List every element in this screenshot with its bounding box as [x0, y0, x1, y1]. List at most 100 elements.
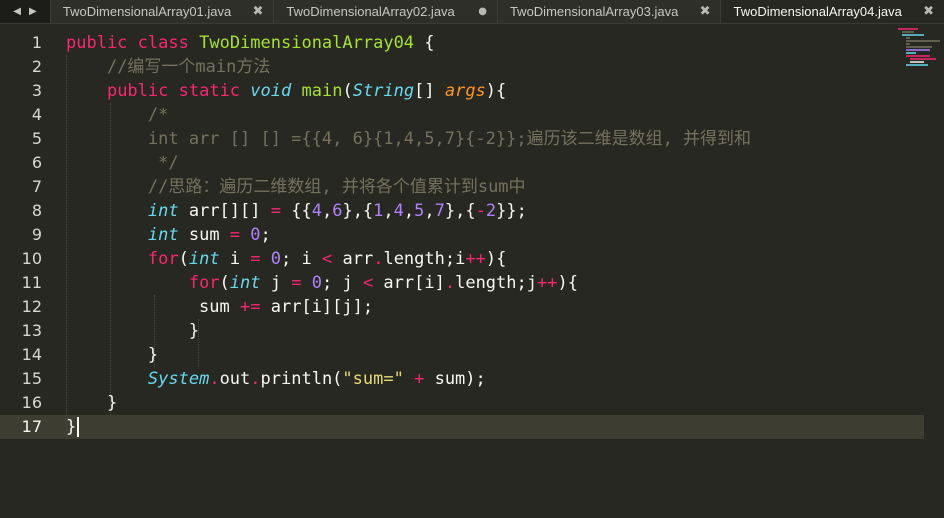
code-token: length;i [383, 249, 466, 269]
tab-next-icon[interactable]: ▶ [29, 6, 37, 17]
code-line[interactable]: int arr [] [] ={{4, 6}{1,4,5,7}{-2}};遍历该… [66, 127, 896, 151]
minimap-line [906, 55, 930, 57]
code-line[interactable]: //编写一个main方法 [66, 55, 896, 79]
code-token: println( [260, 369, 343, 389]
tab-label: TwoDimensionalArray04.java [733, 4, 902, 19]
line-number: 5 [31, 129, 42, 148]
line-number: 7 [31, 177, 42, 196]
code-token: ){ [485, 81, 507, 101]
code-line[interactable]: } [66, 319, 896, 343]
code-token: , [383, 201, 394, 221]
tab-file-02[interactable]: TwoDimensionalArray02.java ● [273, 0, 497, 23]
code-token: },{ [342, 201, 374, 221]
code-line[interactable]: for(int i = 0; i < arr.length;i++){ [66, 247, 896, 271]
operator-token: . [373, 249, 384, 269]
minimap[interactable] [896, 28, 942, 68]
close-icon[interactable]: ✖ [923, 4, 934, 19]
line-number-gutter: 1 2 3 4 5 6 7 8 9 10 11 12 13 14 15 16 17 [0, 31, 60, 439]
code-line[interactable]: //思路：遍历二维数组, 并将各个值累计到sum中 [66, 175, 896, 199]
type-token: int [147, 225, 179, 245]
code-token: } [66, 345, 159, 365]
code-token: {{ [280, 201, 312, 221]
minimap-line [898, 28, 918, 30]
line-number: 17 [0, 415, 60, 439]
line-number: 14 [21, 345, 42, 364]
comment-token: //编写一个main方法 [106, 57, 271, 77]
minimap-line [906, 43, 910, 45]
minimap-line [902, 31, 914, 33]
minimap-line [910, 61, 924, 63]
code-token: sum [178, 225, 230, 245]
keyword-token: public [66, 33, 128, 53]
tab-file-03[interactable]: TwoDimensionalArray03.java ✖ [496, 0, 721, 23]
tab-prev-icon[interactable]: ◀ [13, 6, 21, 17]
tab-file-04[interactable]: TwoDimensionalArray04.java ✖ [720, 0, 944, 23]
close-icon[interactable]: ✖ [253, 4, 264, 19]
type-token: int [188, 249, 220, 269]
comment-token: //思路：遍历二维数组, 并将各个值累计到sum中 [147, 177, 526, 197]
number-token: 4 [311, 201, 322, 221]
close-icon[interactable]: ✖ [700, 4, 711, 19]
operator-token: ++ [465, 249, 486, 269]
tab-file-01[interactable]: TwoDimensionalArray01.java ✖ [49, 0, 274, 23]
operator-token: += [240, 297, 261, 317]
code-token: sum [66, 297, 240, 317]
code-token: ( [178, 249, 189, 269]
keyword-token: for [147, 249, 179, 269]
code-line[interactable]: public static void main(String[] args){ [66, 79, 896, 103]
text-cursor [77, 417, 80, 437]
operator-token: < [362, 273, 374, 293]
code-line[interactable]: */ [66, 151, 896, 175]
code-line[interactable]: } [66, 415, 896, 439]
code-token: j [260, 273, 292, 293]
code-line[interactable]: sum += arr[i][j]; [66, 295, 896, 319]
code-line[interactable]: int sum = 0; [66, 223, 896, 247]
type-token: int [229, 273, 261, 293]
string-token: "sum=" [342, 369, 404, 389]
type-token: int [147, 201, 179, 221]
tab-label: TwoDimensionalArray01.java [62, 4, 232, 19]
code-area[interactable]: public class TwoDimensionalArray04 { //编… [66, 31, 896, 439]
number-token: 0 [250, 225, 261, 245]
code-line[interactable]: } [66, 343, 896, 367]
minimap-line [910, 58, 936, 60]
code-token: i [219, 249, 251, 269]
number-token: 5 [414, 201, 425, 221]
code-editor[interactable]: 1 2 3 4 5 6 7 8 9 10 11 12 13 14 15 16 17 public class T… [0, 31, 944, 518]
minimap-line [902, 34, 924, 36]
code-token: } [66, 417, 77, 437]
keyword-token: class [137, 33, 189, 53]
code-line[interactable]: /* [66, 103, 896, 127]
code-token: ){ [485, 249, 507, 269]
line-number: 12 [21, 297, 42, 316]
code-token: , [403, 201, 415, 221]
unsaved-dot-icon[interactable]: ● [478, 6, 487, 17]
code-line[interactable]: public class TwoDimensionalArray04 { [66, 31, 896, 55]
code-line[interactable]: System.out.println("sum=" + sum); [66, 367, 896, 391]
number-token: 6 [332, 201, 343, 221]
line-number: 2 [31, 57, 42, 76]
minimap-line [906, 37, 910, 39]
code-token: ; i [281, 249, 322, 269]
minimap-line [906, 40, 940, 42]
code-token: arr[i][j]; [260, 297, 374, 317]
line-number: 3 [31, 81, 42, 100]
code-token: sum); [424, 369, 486, 389]
keyword-token: for [188, 273, 220, 293]
code-token: { [414, 33, 435, 53]
number-token: 0 [311, 273, 322, 293]
code-line[interactable]: int arr[][] = {{4,6},{1,4,5,7},{-2}}; [66, 199, 896, 223]
code-line[interactable]: } [66, 391, 896, 415]
keyword-token: static [178, 81, 241, 101]
type-token: void [250, 81, 292, 101]
comment-token: /* [147, 105, 169, 125]
code-line[interactable]: for(int j = 0; j < arr[i].length;j++){ [66, 271, 896, 295]
code-token: }}; [496, 201, 527, 221]
